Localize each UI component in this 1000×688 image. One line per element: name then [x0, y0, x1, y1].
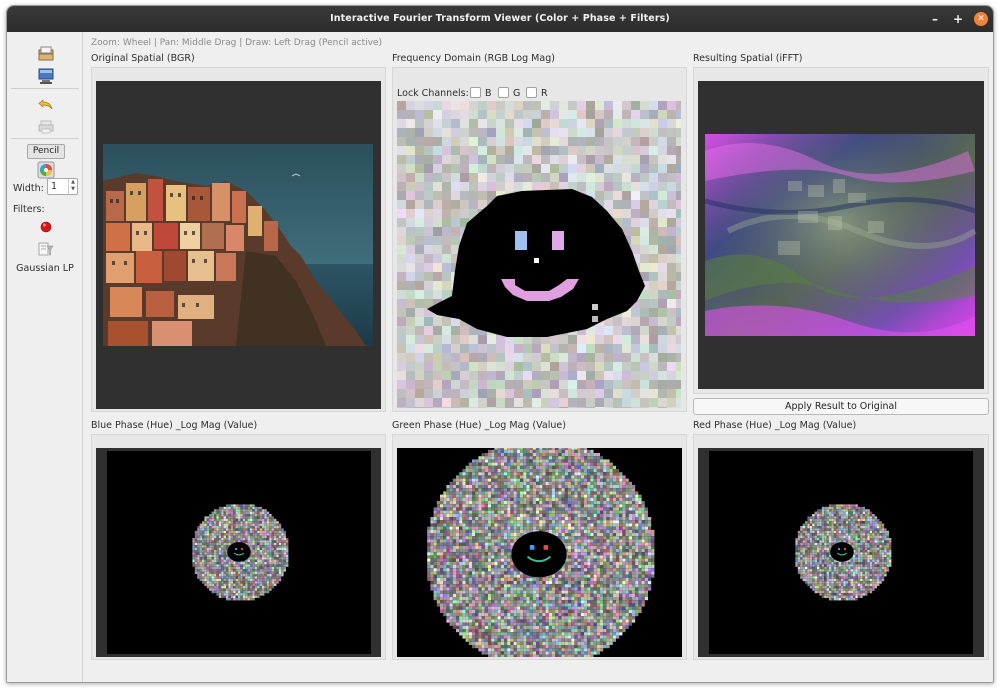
toolbar-separator: [11, 138, 79, 139]
close-button[interactable]: ✕: [974, 12, 988, 26]
original-panel: [91, 67, 386, 412]
result-image-view[interactable]: [698, 81, 984, 389]
red-phase-panel: [693, 434, 989, 660]
green-phase-image: [427, 448, 655, 657]
color-wheel-icon[interactable]: [37, 161, 55, 179]
instructions-hint: Zoom: Wheel | Pan: Middle Drag | Draw: L…: [91, 38, 383, 48]
open-image-icon[interactable]: [37, 45, 55, 63]
pencil-button[interactable]: Pencil: [27, 144, 65, 159]
toolbar-separator: [11, 88, 79, 89]
green-panel-title: Green Phase (Hue) _Log Mag (Value): [392, 420, 566, 431]
maximize-button[interactable]: +: [951, 12, 965, 26]
green-phase-view[interactable]: [397, 448, 682, 657]
frequency-view[interactable]: [397, 101, 681, 408]
app-window: Interactive Fourier Transform Viewer (Co…: [6, 5, 994, 683]
filter-icon[interactable]: [37, 240, 55, 258]
lock-channels-label: Lock Channels:: [397, 88, 469, 99]
width-spinbox[interactable]: 1 ▲ ▼: [47, 178, 78, 195]
blue-phase-panel: [91, 434, 386, 660]
frequency-panel-title: Frequency Domain (RGB Log Mag): [392, 53, 555, 64]
lock-r-label: R: [541, 88, 548, 99]
green-phase-panel: [392, 434, 687, 660]
gaussian-lp-label: Gaussian LP: [16, 263, 74, 274]
width-label: Width:: [13, 183, 44, 194]
lock-g-checkbox[interactable]: [498, 87, 509, 98]
lock-g-label: G: [513, 88, 521, 99]
monitor-icon[interactable]: [37, 67, 55, 85]
result-panel-title: Resulting Spatial (iFFT): [693, 53, 803, 64]
lock-r-checkbox[interactable]: [526, 87, 537, 98]
frequency-image: [397, 101, 681, 408]
red-panel-title: Red Phase (Hue) _Log Mag (Value): [693, 420, 857, 431]
lock-b-label: B: [485, 88, 492, 99]
toolbar: Pencil Width: 1 ▲ ▼ Filters: Gaussian LP: [7, 32, 83, 682]
blue-phase-view[interactable]: [96, 448, 381, 657]
red-dot-icon[interactable]: [37, 218, 55, 236]
filters-label: Filters:: [13, 204, 45, 215]
result-image: [704, 134, 977, 336]
original-image-view[interactable]: [96, 81, 381, 409]
apply-result-button[interactable]: Apply Result to Original: [693, 398, 989, 415]
original-panel-title: Original Spatial (BGR): [91, 53, 195, 64]
minimize-button[interactable]: –: [928, 12, 942, 26]
spin-arrows[interactable]: ▲ ▼: [68, 179, 77, 194]
print-icon[interactable]: [37, 118, 55, 136]
result-panel: [693, 67, 989, 394]
window-title: Interactive Fourier Transform Viewer (Co…: [330, 13, 670, 24]
red-phase-view[interactable]: [698, 448, 984, 657]
blue-phase-image: [107, 451, 371, 654]
width-value: 1: [51, 181, 58, 192]
undo-icon[interactable]: [37, 95, 55, 113]
title-bar: Interactive Fourier Transform Viewer (Co…: [7, 6, 993, 32]
original-image: [103, 144, 373, 346]
blue-panel-title: Blue Phase (Hue) _Log Mag (Value): [91, 420, 258, 431]
lock-b-checkbox[interactable]: [470, 87, 481, 98]
red-phase-image: [709, 451, 973, 654]
